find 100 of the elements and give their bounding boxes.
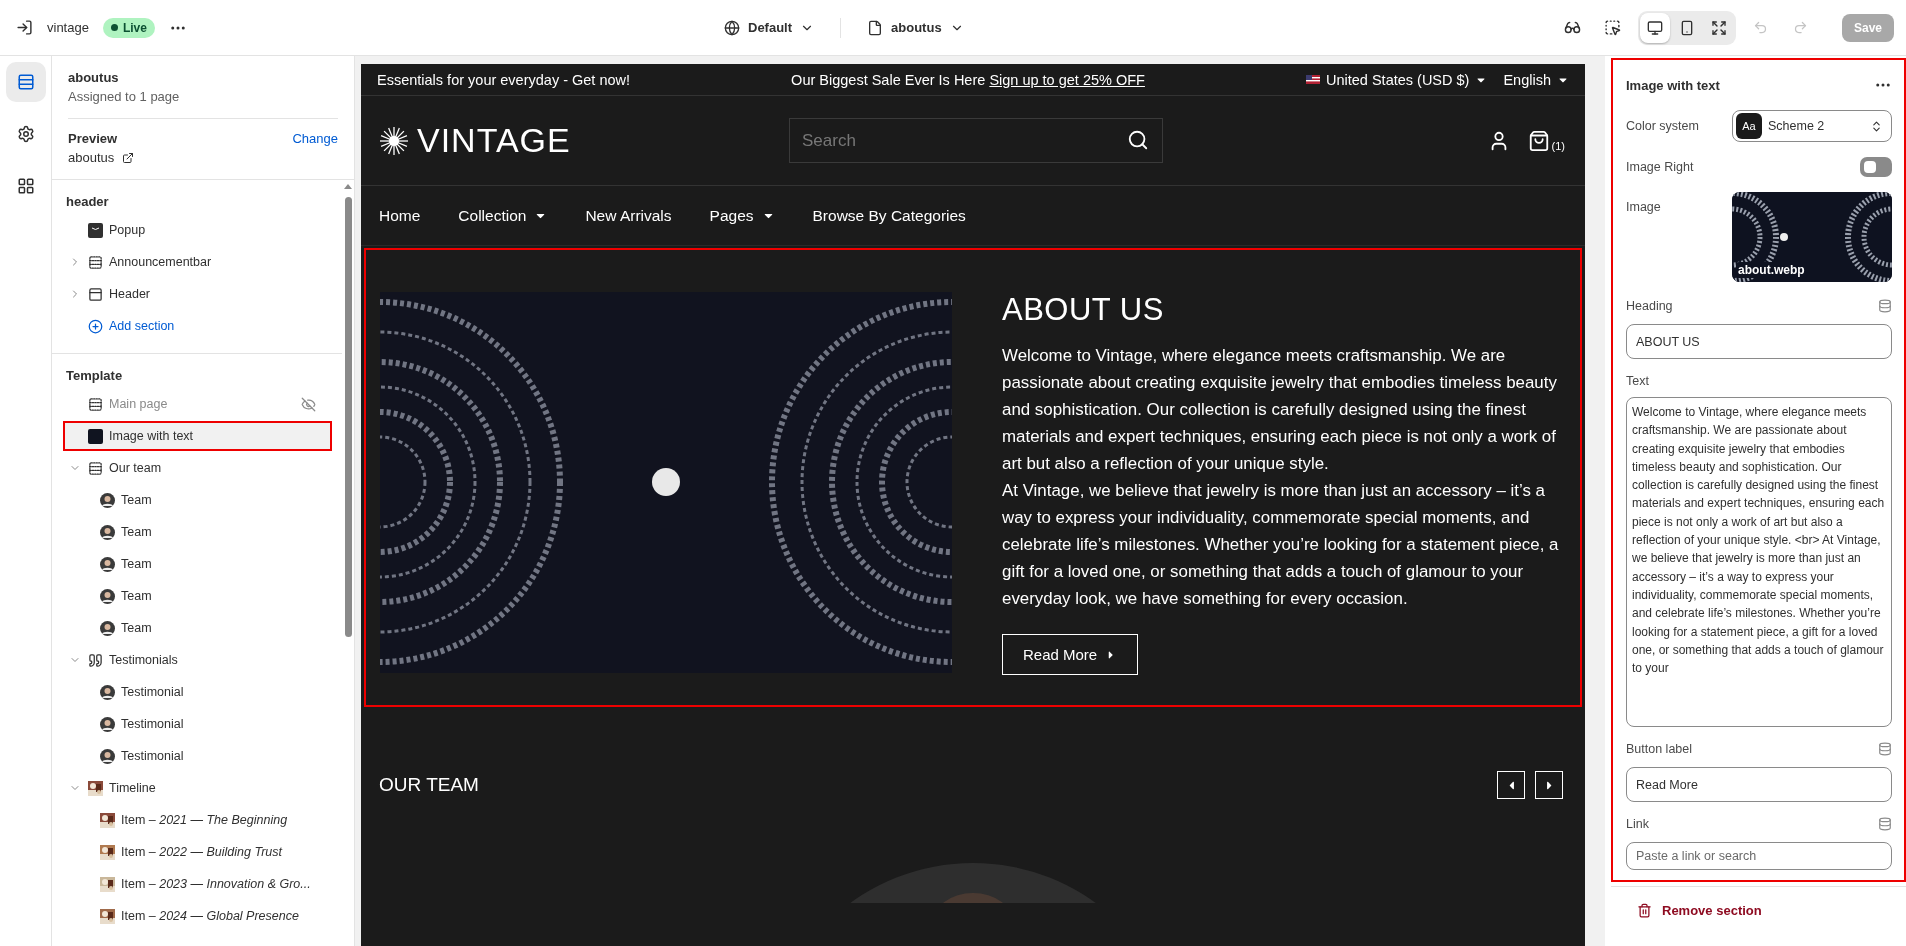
database-icon[interactable] (1878, 299, 1892, 313)
section-icon (88, 396, 103, 412)
sections-rail-button[interactable] (5, 62, 46, 102)
previous-button[interactable] (1497, 771, 1525, 799)
search-icon[interactable] (1127, 129, 1149, 151)
store-name: vintage (47, 20, 89, 35)
block-item[interactable]: Item – 2022 — Building Trust (63, 837, 332, 867)
avatar-icon (100, 748, 115, 764)
nav-link[interactable]: Pages (709, 206, 775, 225)
quote-icon (88, 652, 103, 668)
section-icon (88, 460, 103, 476)
section-item[interactable]: Header (63, 279, 332, 309)
section-item[interactable]: Popup (63, 215, 332, 245)
block-item[interactable]: Item – 2024 — Global Presence (63, 901, 332, 931)
field-label: Text (1626, 374, 1649, 388)
avatar-icon (100, 684, 115, 700)
section-item[interactable]: Image with text (63, 421, 332, 451)
section-paragraph: Welcome to Vintage, where elegance meets craftsmanship. We are passionate about creating exquisite jewelry that embodies timeless beauty and sophistication. Our collection is carefully designed using the finest materials and expert techniques, ensuring each piece is not only a work of art but also a reflection of your unique style. (1002, 345, 1558, 475)
block-item[interactable]: Testimonial (63, 741, 332, 771)
page-dropdown[interactable]: aboutus (859, 15, 972, 40)
page-icon (867, 19, 884, 36)
country-dropdown[interactable]: United States (USD $) (1306, 71, 1488, 88)
bag-icon (1527, 129, 1550, 152)
image-filename: about.webp (1736, 262, 1807, 278)
theme-dropdown[interactable]: Default (716, 15, 823, 40)
field-label: Image Right (1626, 160, 1694, 174)
scrollbar-thumb[interactable] (344, 197, 352, 637)
block-item[interactable]: Team (63, 613, 332, 643)
preview-label: Preview (68, 131, 118, 146)
field-label: Color system (1626, 119, 1699, 133)
block-item[interactable]: Team (63, 485, 332, 515)
section-paragraph: At Vintage, we believe that jewelry is more than just an accessory – it’s a way to express your individuality, commemorate special moments, and celebrate life’s milestones. Whether you’re looking for a statement piece, a gift for a loved one, or something that adds a touch of glamour to your everyday look, we have something for every occasion. (1002, 480, 1560, 610)
block-item[interactable]: Team (63, 549, 332, 579)
avatar-icon (100, 556, 115, 572)
section-item[interactable]: Our team (63, 453, 332, 483)
scroll-up-icon[interactable] (344, 184, 352, 189)
remove-section-button[interactable]: Remove section (1611, 886, 1906, 918)
status-badge: Live (102, 17, 155, 38)
sections-icon (16, 73, 35, 91)
preview-page-link[interactable]: aboutus (68, 150, 338, 165)
group-title: Template (65, 367, 124, 385)
section-icon (88, 254, 103, 270)
link-field[interactable]: Paste a link or search (1626, 842, 1892, 870)
field-label: Image (1626, 200, 1661, 214)
button-label-field[interactable]: Read More (1626, 767, 1892, 802)
desktop-icon[interactable] (1639, 12, 1670, 43)
avatar-icon (100, 524, 115, 540)
apps-icon (16, 177, 35, 195)
template-title: aboutus (68, 70, 120, 85)
nav-link[interactable]: New Arrivals (585, 206, 672, 225)
next-button[interactable] (1535, 771, 1563, 799)
block-item[interactable]: Team (63, 517, 332, 547)
cart-button[interactable]: (1) (1527, 129, 1565, 152)
text-area-field[interactable]: Welcome to Vintage, where elegance meets craftsmanship. We are passionate about creating exquisite jewelry that embodies timeless beauty and sophistication. Our collection is carefully designed using the finest materials and expert techniques, ensuring each piece is not only a work of art but also a reflection of your unique style. <br> At Vintage, we believe that jewelry is more than just an accessory – it’s a way to express your individuality, commemorate special moments, and celebrate life’s milestones. Whether you’re looking for a statement piece, a gift for a loved one, or something that adds a touch of glamour to your (1626, 397, 1892, 727)
nav-link[interactable]: Home (379, 206, 421, 225)
color-scheme-select[interactable]: Aa Scheme 2 (1732, 110, 1892, 142)
section-item[interactable]: Announcementbar (63, 247, 332, 277)
search-field[interactable]: Search (789, 118, 1163, 163)
hidden-icon[interactable] (301, 396, 316, 412)
scheme-swatch: Aa (1736, 113, 1762, 139)
block-item[interactable]: Testimonial (63, 709, 332, 739)
read-more-button[interactable]: Read More (1002, 634, 1139, 675)
change-link[interactable]: Change (292, 131, 338, 146)
block-item[interactable]: Item – 2021 — The Beginning (63, 805, 332, 835)
panel-title: Image with text (1626, 77, 1720, 93)
exit-icon[interactable] (16, 19, 33, 36)
signup-link[interactable]: Sign up to get 25% OFF (989, 71, 1145, 88)
group-title: header (65, 193, 110, 211)
avatar-icon (100, 716, 115, 732)
trash-icon (1637, 903, 1652, 918)
database-icon[interactable] (1878, 742, 1892, 756)
section-item[interactable]: Testimonials (63, 645, 332, 675)
section-item[interactable]: Add section (63, 311, 332, 341)
starburst-icon (379, 125, 409, 156)
block-item[interactable]: Testimonial (63, 677, 332, 707)
globe-icon (724, 19, 740, 36)
field-label: Button label (1626, 742, 1693, 756)
external-link-icon (122, 151, 135, 164)
heading-field[interactable]: ABOUT US (1626, 324, 1892, 359)
up-down-icon (1870, 119, 1883, 133)
add-icon (88, 318, 103, 334)
image-preview[interactable]: about.webp (1732, 192, 1892, 282)
flag-icon (1306, 75, 1320, 84)
language-dropdown[interactable]: English (1503, 71, 1569, 88)
section-heading: ABOUT US (1002, 292, 1165, 328)
section-item[interactable]: Timeline (63, 773, 332, 803)
nav-link[interactable]: Browse By Categories (812, 206, 966, 225)
image-right-toggle[interactable] (1860, 157, 1892, 177)
field-label: Heading (1626, 299, 1673, 313)
announcement-text: Essentials for your everyday - Get now! (377, 71, 631, 88)
avatar-icon (100, 588, 115, 604)
block-item[interactable]: Team (63, 581, 332, 611)
section-item[interactable]: Main page (63, 389, 332, 419)
database-icon[interactable] (1878, 817, 1892, 831)
template-subtitle: Assigned to 1 page (68, 89, 181, 104)
block-item[interactable]: Item – 2023 — Innovation & Gro... (63, 869, 332, 899)
nav-link[interactable]: Collection (458, 206, 548, 225)
store-logo[interactable]: VINTAGE (379, 121, 789, 160)
image-block-icon (88, 428, 103, 444)
popup-icon (88, 222, 103, 238)
